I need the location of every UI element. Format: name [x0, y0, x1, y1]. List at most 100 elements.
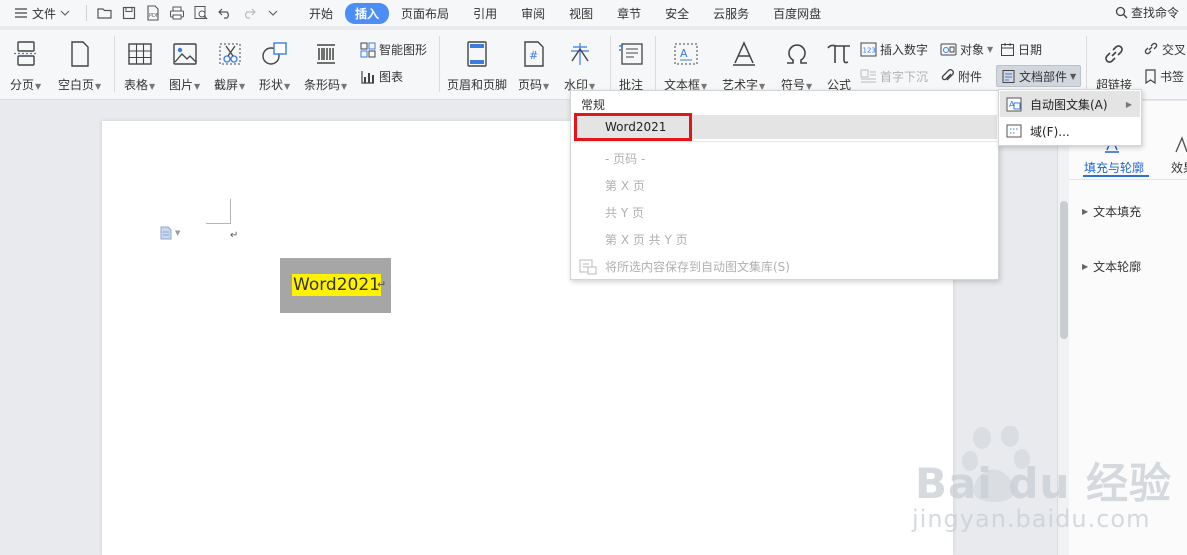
effect-icon [1174, 136, 1187, 154]
header-footer-button[interactable]: 页眉和页脚 [447, 38, 507, 93]
screenshot-button[interactable]: 截屏▼ [214, 38, 245, 93]
tab-fill-outline[interactable]: 填充与轮廓 [1084, 159, 1144, 176]
tab-review[interactable]: 审阅 [509, 2, 557, 25]
document-parts-button[interactable]: 文档部件 ▼ [996, 65, 1082, 87]
open-folder-icon[interactable] [93, 2, 117, 24]
print-icon[interactable] [165, 2, 189, 24]
text-fill-section[interactable]: ▶ 文本填充 [1082, 203, 1141, 220]
number-icon: 123 [860, 42, 877, 57]
drop-cap-icon [860, 69, 877, 84]
textbox-button[interactable]: A 文本框▼ [664, 38, 707, 93]
bookmark-icon [1144, 69, 1157, 84]
page-number-label: 页码 [518, 78, 543, 92]
insert-number-button[interactable]: 123 插入数字 [860, 41, 928, 58]
text-outline-section[interactable]: ▶ 文本轮廓 [1082, 258, 1141, 275]
tab-baidu-netdisk[interactable]: 百度网盘 [761, 2, 833, 25]
insert-number-label: 插入数字 [880, 43, 929, 57]
watermark-url: jingyan.baidu.com [912, 505, 1151, 533]
svg-text:PDF: PDF [149, 13, 159, 19]
redo-icon[interactable] [237, 2, 261, 24]
object-label: 对象 [960, 43, 985, 57]
document-icon [160, 226, 172, 240]
chevron-down-icon [60, 9, 70, 17]
search-command[interactable]: 查找命令 [1115, 4, 1179, 21]
customize-toolbar-icon[interactable] [261, 2, 285, 24]
ribbon-separator [655, 36, 656, 92]
table-label: 表格 [124, 78, 149, 92]
file-menu-label: 文件 [32, 6, 57, 21]
smart-shape-icon [360, 42, 376, 58]
scissors-icon [218, 38, 242, 70]
dropdown-arrow-icon: ▼ [175, 229, 181, 237]
autotext-icon: A [1006, 97, 1022, 112]
hyperlink-button[interactable]: 超链接 [1096, 38, 1132, 93]
table-button[interactable]: 表格▼ [124, 38, 155, 93]
document-parts-dropdown: 常规 Word2021 - 页码 - 第 X 页 共 Y 页 第 X 页 共 Y… [570, 90, 999, 280]
selected-text[interactable]: Word2021 [292, 274, 381, 296]
cross-reference-icon [1144, 42, 1159, 57]
autotext-menu-item[interactable]: A 自动图文集(A) ▶ [1000, 91, 1140, 117]
cross-reference-button[interactable]: 交叉 [1144, 41, 1186, 58]
table-icon [127, 38, 152, 70]
tab-security[interactable]: 安全 [653, 2, 701, 25]
tab-section[interactable]: 章节 [605, 2, 653, 25]
caret-right-icon: ▶ [1082, 207, 1089, 216]
tab-home[interactable]: 开始 [297, 2, 345, 25]
save-icon[interactable] [117, 2, 141, 24]
blank-page-label: 空白页 [58, 78, 95, 92]
cross-reference-label: 交叉 [1162, 43, 1187, 57]
search-command-label: 查找命令 [1130, 6, 1179, 20]
smart-shape-button[interactable]: 智能图形 [360, 41, 427, 58]
screenshot-label: 截屏 [214, 78, 239, 92]
smart-shape-label: 智能图形 [379, 43, 428, 57]
tab-insert[interactable]: 插入 [345, 2, 390, 24]
page-number-icon: # [523, 38, 545, 70]
symbol-button[interactable]: 符号▼ [781, 38, 812, 93]
wordart-icon [732, 38, 756, 70]
drop-cap-label: 首字下沉 [880, 70, 929, 84]
save-selection-icon [579, 259, 597, 275]
chart-button[interactable]: 图表 [360, 68, 403, 85]
autotext-page-x-of-y: 第 X 页 共 Y 页 [605, 233, 688, 247]
bookmark-label: 书签 [1160, 70, 1185, 84]
barcode-button[interactable]: 条形码▼ [304, 38, 347, 93]
date-button[interactable]: 日期 [1000, 41, 1042, 58]
formula-button[interactable]: 公式 [826, 38, 852, 93]
chevron-right-icon: ▶ [1125, 99, 1132, 109]
object-button[interactable]: 对象 ▼ [940, 41, 993, 58]
divider [1069, 179, 1187, 180]
attachment-button[interactable]: 附件 [940, 68, 982, 85]
page-number-button[interactable]: # 页码▼ [518, 38, 549, 93]
calendar-icon [1000, 42, 1015, 57]
pdf-export-icon[interactable]: PDF [141, 2, 165, 24]
document-parts-icon [1001, 69, 1016, 84]
quick-access-toolbar: PDF [80, 2, 285, 24]
menu-left: 文件 PDF 开始 插入 页面布局 引用 审阅 视图 章节 安全 云服务 百度网… [0, 0, 833, 26]
page-break-button[interactable]: 分页▼ [10, 38, 41, 93]
tab-references[interactable]: 引用 [461, 2, 509, 25]
tab-view[interactable]: 视图 [557, 2, 605, 25]
active-tab-indicator [1083, 175, 1149, 177]
file-menu[interactable]: 文件 [14, 5, 70, 22]
tab-effect[interactable]: 效果 [1171, 159, 1187, 176]
paste-options-button[interactable]: ▼ [160, 226, 180, 240]
comment-button[interactable]: 批注 [618, 38, 644, 93]
undo-icon[interactable] [213, 2, 237, 24]
blank-page-button[interactable]: 空白页▼ [58, 38, 101, 93]
wordart-button[interactable]: 艺术字▼ [722, 38, 765, 93]
shape-button[interactable]: 形状▼ [259, 38, 290, 93]
scrollbar-thumb[interactable] [1060, 201, 1068, 339]
page-break-label: 分页 [10, 78, 35, 92]
omega-icon [784, 38, 810, 70]
watermark-button[interactable]: 水印▼ [564, 38, 595, 93]
chart-icon [360, 69, 376, 85]
watermark-brand: Bai du 经验 [915, 459, 1172, 508]
tab-cloud-service[interactable]: 云服务 [701, 2, 761, 25]
bookmark-button[interactable]: 书签 [1144, 68, 1184, 85]
tab-page-layout[interactable]: 页面布局 [389, 2, 461, 25]
field-menu-item[interactable]: 域(F)... [1000, 118, 1140, 144]
separator [86, 5, 88, 21]
print-preview-icon[interactable] [189, 2, 213, 24]
picture-button[interactable]: 图片▼ [169, 38, 200, 93]
textbox-icon: A [673, 38, 699, 70]
